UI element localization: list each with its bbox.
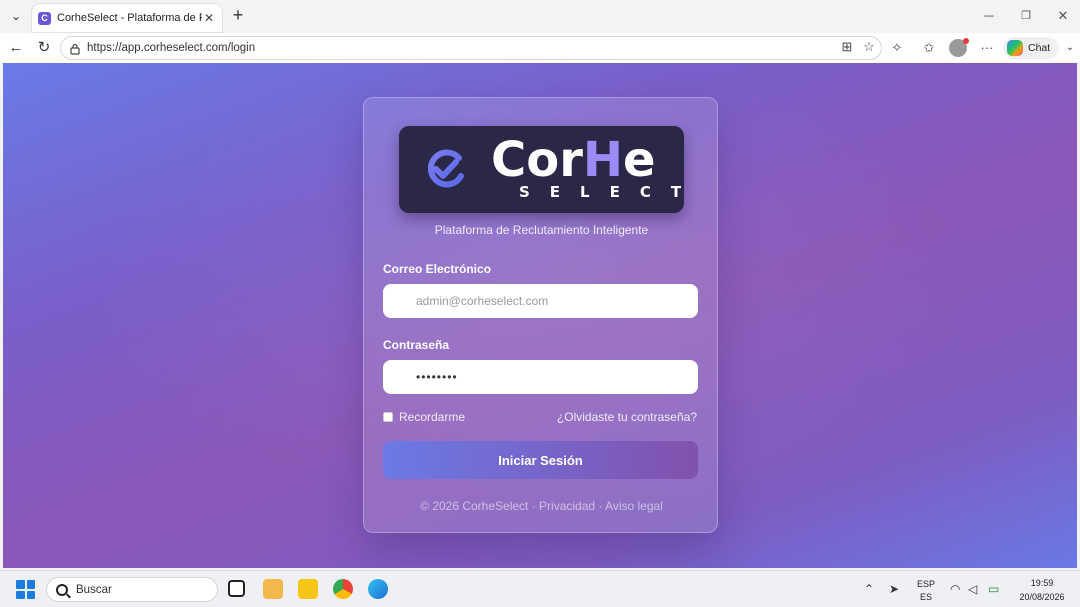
remember-checkbox[interactable] bbox=[383, 412, 393, 422]
clock[interactable]: 19:59 20/08/2026 bbox=[1014, 578, 1070, 602]
copilot-icon bbox=[1007, 40, 1023, 56]
tab-title: CorheSelect - Plataforma de Reclutamient… bbox=[57, 12, 202, 24]
close-window-icon[interactable]: ✕ bbox=[1053, 6, 1073, 26]
logo-subtitle: SELECT bbox=[519, 183, 702, 201]
wifi-icon[interactable]: ◠ bbox=[950, 582, 960, 596]
tagline: Plataforma de Reclutamiento Inteligente bbox=[434, 223, 649, 237]
new-tab-plus-icon[interactable]: + bbox=[229, 6, 247, 26]
email-field[interactable] bbox=[383, 284, 698, 318]
task-view-icon[interactable] bbox=[228, 580, 245, 597]
footer-text: © 2026 CorheSelect · Privacidad · Aviso … bbox=[420, 499, 663, 513]
tab-close-icon[interactable]: ✕ bbox=[202, 11, 216, 25]
tab-list-chevron-icon[interactable]: ⌄ bbox=[6, 6, 26, 26]
login-card: CorHe SELECT Plataforma de Reclutamiento… bbox=[363, 97, 718, 533]
lock-icon bbox=[69, 42, 81, 55]
logo-wordmark: CorHe bbox=[491, 132, 656, 188]
sidebar-chevron-icon[interactable]: ⌄ bbox=[1063, 39, 1077, 57]
profile-notification-badge bbox=[963, 38, 969, 44]
page-viewport: CorHe SELECT Plataforma de Reclutamiento… bbox=[3, 63, 1077, 568]
windows-taskbar: Buscar ⌃ ➤ ESP ES ◠ ◁ ▭ 19:59 20/08/2026 bbox=[0, 570, 1080, 607]
more-options-icon[interactable]: ··· bbox=[978, 39, 996, 57]
sticky-notes-icon[interactable] bbox=[298, 579, 318, 599]
url-text: https://app.corheselect.com/login bbox=[87, 42, 256, 54]
reload-icon[interactable]: ↻ bbox=[34, 38, 54, 58]
login-button[interactable]: Iniciar Sesión bbox=[383, 441, 698, 479]
search-icon bbox=[56, 583, 68, 596]
chat-label: Chat bbox=[1028, 42, 1051, 54]
browser-tab-active[interactable]: C CorheSelect - Plataforma de Reclutamie… bbox=[32, 4, 222, 32]
show-hidden-icons-chevron-icon[interactable]: ⌃ bbox=[864, 582, 874, 596]
remember-me[interactable]: Recordarme bbox=[383, 410, 465, 424]
minimize-icon[interactable]: ─ bbox=[979, 6, 999, 26]
extensions-icon[interactable]: ✧ bbox=[888, 39, 906, 57]
copilot-chat-button[interactable]: Chat bbox=[1003, 37, 1059, 59]
password-label: Contraseña bbox=[383, 338, 450, 352]
location-icon[interactable]: ➤ bbox=[889, 582, 899, 596]
battery-icon[interactable]: ▭ bbox=[988, 582, 999, 596]
favorites-icon[interactable]: ✩ bbox=[920, 39, 938, 57]
taskbar-search[interactable]: Buscar bbox=[46, 577, 218, 602]
corheselect-favicon-icon: C bbox=[38, 11, 51, 25]
check-mark-logo-icon bbox=[427, 149, 464, 188]
remember-label: Recordarme bbox=[399, 410, 466, 424]
email-label: Correo Electrónico bbox=[383, 262, 492, 276]
volume-icon[interactable]: ◁ bbox=[968, 582, 977, 596]
corheselect-logo: CorHe SELECT bbox=[399, 126, 684, 213]
url-field[interactable]: https://app.corheselect.com/login bbox=[60, 36, 882, 60]
favorite-star-icon[interactable]: ☆ bbox=[860, 38, 878, 56]
restore-icon[interactable]: ❐ bbox=[1016, 6, 1036, 26]
chrome-icon[interactable] bbox=[333, 579, 353, 599]
browser-tab-bar: ⌄ C CorheSelect - Plataforma de Reclutam… bbox=[0, 0, 1080, 33]
language-indicator[interactable]: ESP ES bbox=[914, 579, 938, 602]
password-field[interactable] bbox=[383, 360, 698, 394]
forgot-password-link[interactable]: ¿Olvidaste tu contraseña? bbox=[557, 410, 697, 424]
split-screen-icon[interactable]: ⊞ bbox=[838, 38, 856, 56]
back-arrow-icon[interactable]: ← bbox=[6, 38, 26, 58]
search-label: Buscar bbox=[76, 583, 112, 596]
browser-address-bar: ← ↻ https://app.corheselect.com/login ⊞ … bbox=[0, 33, 1080, 63]
windows-start-icon[interactable] bbox=[16, 580, 35, 599]
edge-icon[interactable] bbox=[368, 579, 388, 599]
file-explorer-icon[interactable] bbox=[263, 579, 283, 599]
